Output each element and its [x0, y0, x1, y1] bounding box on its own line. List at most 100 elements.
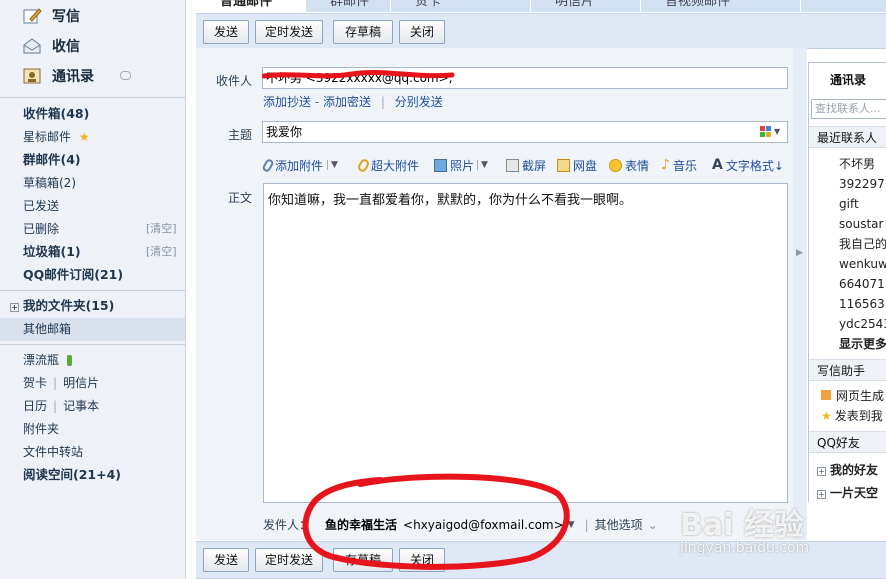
address-book-button[interactable]: 通讯录: [22, 64, 94, 88]
scheduled-send-button[interactable]: 定时发送: [255, 20, 323, 44]
clear-deleted-link[interactable]: [清空]: [146, 218, 177, 240]
chat-bubble-icon[interactable]: [120, 71, 131, 80]
sender-email[interactable]: <hxyaigod@foxmail.com>: [403, 518, 564, 532]
write-mail-label: 写信: [52, 9, 80, 25]
sender-name: 鱼的幸福生活: [325, 518, 398, 532]
separator: |: [584, 517, 589, 532]
other-mailbox[interactable]: 其他邮箱: [23, 318, 71, 340]
contact-item[interactable]: 不坏男: [839, 154, 875, 174]
emoticon-tool[interactable]: 表情: [609, 157, 649, 173]
close-button-bottom[interactable]: 关闭: [399, 548, 445, 572]
contact-item[interactable]: 我自己的: [839, 234, 886, 254]
my-folders-toggle[interactable]: + 我的文件夹(15): [10, 295, 114, 317]
contact-search-input[interactable]: 查找联系人...: [811, 99, 886, 119]
folder-group-mail[interactable]: 群邮件(4): [23, 149, 81, 171]
tab-video-mail[interactable]: 音视频邮件: [641, 0, 801, 12]
folder-drafts[interactable]: 草稿箱(2): [23, 172, 76, 194]
helper-publish-link[interactable]: ★ 发表到我: [821, 406, 883, 426]
contact-item[interactable]: 664071: [839, 274, 885, 294]
reading-space-link[interactable]: 阅读空间(21+4): [23, 464, 121, 486]
add-attachment-tool[interactable]: 添加附件 ▼: [261, 157, 338, 173]
save-draft-button[interactable]: 存草稿: [333, 20, 393, 44]
expand-plus-icon: +: [10, 303, 19, 312]
save-draft-button-bottom[interactable]: 存草稿: [333, 548, 393, 572]
separate-send-link[interactable]: 分别发送: [395, 95, 443, 109]
separator: |: [53, 376, 58, 390]
subject-color-picker[interactable]: ▼: [760, 126, 780, 137]
body-editor[interactable]: 你知道嘛，我一直都爱着你，默默的，你为什么不看我一眼啊。: [263, 183, 788, 503]
font-a-icon: A: [712, 157, 723, 173]
folder-starred[interactable]: 星标邮件 ★: [23, 126, 90, 148]
add-attachment-label: 添加附件: [275, 158, 324, 173]
expand-plus-icon: +: [817, 467, 826, 476]
contacts-title[interactable]: 通讯录: [809, 63, 886, 97]
netdisk-tool[interactable]: 网盘: [557, 157, 597, 173]
paperclip-icon: [261, 157, 275, 173]
contacts-panel: 通讯录 查找联系人... 最近联系人 不坏男 392297 gift soust…: [808, 62, 886, 502]
folder-spam[interactable]: 垃圾箱(1): [23, 241, 81, 263]
contact-item[interactable]: 392297: [839, 174, 885, 194]
recipient-links: 添加抄送 - 添加密送 | 分别发送: [263, 93, 443, 110]
helper-webpage-label: 网页生成: [836, 389, 885, 403]
tab-card[interactable]: 贺卡: [391, 0, 531, 12]
calendar-link[interactable]: 日历: [23, 399, 47, 413]
contact-item[interactable]: gift: [839, 194, 859, 214]
folder-sent[interactable]: 已发送: [23, 195, 59, 217]
qq-group-my-friends[interactable]: + 我的好友: [817, 460, 878, 480]
text-format-tool[interactable]: A 文字格式↓: [712, 157, 784, 173]
large-attachment-tool[interactable]: 超大附件: [356, 157, 420, 173]
to-label: 收件人: [216, 74, 253, 88]
attachments-link[interactable]: 附件夹: [23, 418, 59, 440]
music-tool[interactable]: ♪ 音乐: [661, 157, 697, 173]
helper-webpage-link[interactable]: 网页生成: [821, 386, 884, 406]
add-cc-link[interactable]: 添加抄送: [263, 95, 311, 109]
inbox-icon: [23, 38, 41, 54]
close-button[interactable]: 关闭: [399, 20, 445, 44]
tab-postcard[interactable]: 明信片: [531, 0, 641, 12]
scheduled-send-button-bottom[interactable]: 定时发送: [255, 548, 323, 572]
large-attachment-label: 超大附件: [371, 158, 420, 173]
folder-deleted[interactable]: 已删除: [23, 218, 59, 240]
sidebar: 写信 收信 通讯录 收件箱(48) 星标邮件 ★ 群邮件(4) 草稿箱(2) 已…: [0, 0, 186, 579]
folder-inbox[interactable]: 收件箱(48): [23, 103, 89, 125]
divider: [0, 344, 186, 345]
contact-item[interactable]: 116563: [839, 294, 885, 314]
tab-group-mail[interactable]: 群邮件: [306, 0, 391, 12]
receive-mail-button[interactable]: 收信: [22, 34, 80, 58]
postcard-link[interactable]: 明信片: [63, 376, 99, 390]
sender-label: 发件人：: [263, 518, 312, 532]
drift-bottle-link[interactable]: 漂流瓶: [23, 349, 72, 371]
panel-collapse-strip[interactable]: ▶: [793, 48, 807, 540]
folder-subscriptions[interactable]: QQ邮件订阅(21): [23, 264, 123, 286]
contact-item[interactable]: ydc2543: [839, 314, 886, 334]
separator: |: [53, 399, 58, 413]
calendar-links: 日历 | 记事本: [23, 395, 99, 417]
tab-normal-mail[interactable]: 普通邮件: [196, 0, 306, 12]
qq-group-label: 我的好友: [830, 463, 879, 477]
subject-field[interactable]: 我爱你: [262, 121, 788, 143]
color-grid-icon: [760, 126, 771, 137]
other-options-link[interactable]: 其他选项: [595, 516, 643, 533]
divider: [0, 290, 186, 291]
disk-icon: [557, 158, 570, 172]
clear-spam-link[interactable]: [清空]: [146, 241, 177, 263]
show-more-link[interactable]: 显示更多: [839, 334, 886, 354]
send-button[interactable]: 发送: [203, 20, 249, 44]
drift-bottle-label: 漂流瓶: [23, 353, 60, 367]
double-chevron-icon: ⌄: [647, 517, 658, 532]
chevron-down-icon: ▼: [327, 160, 338, 170]
large-clip-icon: [356, 157, 371, 173]
chevron-down-icon[interactable]: ▼: [568, 520, 575, 530]
contact-item[interactable]: soustar: [839, 214, 883, 234]
screenshot-tool[interactable]: 截屏: [506, 157, 546, 173]
notes-link[interactable]: 记事本: [63, 399, 99, 413]
card-link[interactable]: 贺卡: [23, 376, 47, 390]
photo-tool[interactable]: 照片 ▼: [434, 157, 488, 173]
send-button-bottom[interactable]: 发送: [203, 548, 249, 572]
add-bcc-link[interactable]: 添加密送: [323, 95, 371, 109]
contact-item[interactable]: wenkuw: [839, 254, 886, 274]
qq-group-sky[interactable]: + 一片天空: [817, 483, 878, 502]
address-book-icon: [23, 68, 41, 84]
file-transfer-link[interactable]: 文件中转站: [23, 441, 83, 463]
write-mail-button[interactable]: 写信: [22, 4, 80, 28]
